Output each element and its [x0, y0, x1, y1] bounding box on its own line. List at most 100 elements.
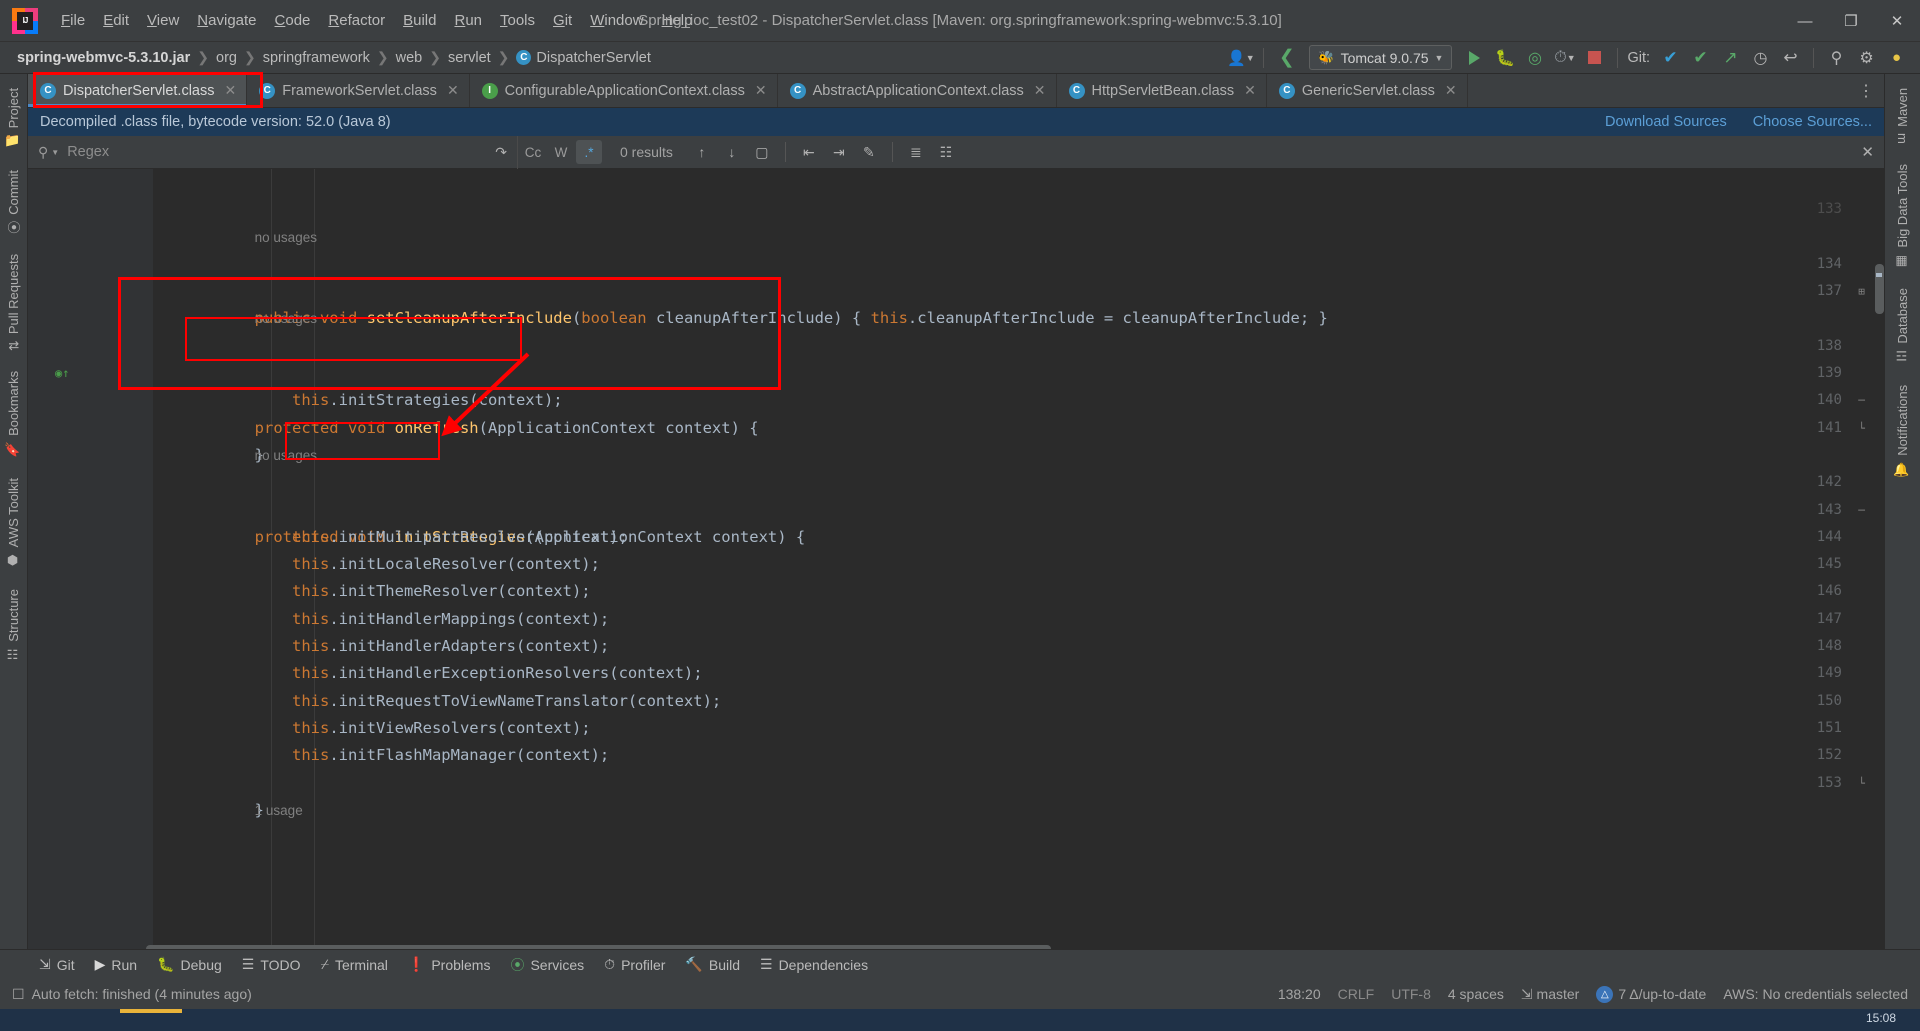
profiler-button[interactable]: ⏱ ▼: [1551, 45, 1578, 70]
sidebar-item-maven[interactable]: m Maven: [1895, 78, 1910, 154]
stop-button[interactable]: [1581, 45, 1608, 70]
error-stripe-mark[interactable]: [1876, 273, 1882, 277]
line-separator[interactable]: CRLF: [1338, 986, 1375, 1002]
git-status-widget[interactable]: △ 7 Δ/up-to-date: [1596, 985, 1706, 1003]
tab-frameworkservlet[interactable]: C FrameworkServlet.class ✕: [247, 74, 470, 107]
usage-hint[interactable]: 1 usage: [228, 803, 303, 818]
code-content[interactable]: 133 no usages 134 ⊞ public void setClean…: [55, 169, 1884, 956]
breadcrumb-item-dispatcherservlet[interactable]: C DispatcherServlet: [513, 48, 653, 68]
debug-button[interactable]: 🐛: [1491, 45, 1518, 70]
find-next-icon[interactable]: ↓: [719, 140, 745, 164]
search-everywhere-icon[interactable]: ⚲: [1823, 45, 1850, 70]
regex-toggle[interactable]: .*: [576, 140, 602, 164]
choose-sources-link[interactable]: Choose Sources...: [1753, 114, 1872, 130]
menu-view[interactable]: View: [138, 8, 188, 33]
user-icon[interactable]: 👤 ▼: [1227, 45, 1255, 70]
menu-help[interactable]: Help: [653, 8, 702, 33]
chevron-down-icon[interactable]: ▼: [51, 148, 59, 157]
run-with-coverage-button[interactable]: ◎: [1521, 45, 1548, 70]
bottom-tool-debug[interactable]: 🐛 Debug: [148, 953, 231, 976]
bottom-tool-problems[interactable]: ❗ Problems: [399, 953, 500, 976]
match-case-toggle[interactable]: Cc: [520, 140, 546, 164]
bottom-tool-profiler[interactable]: ⏱ Profiler: [595, 953, 674, 976]
menu-edit[interactable]: Edit: [94, 8, 138, 33]
edit-filter-icon[interactable]: ✎: [856, 140, 882, 164]
bottom-tool-build[interactable]: 🔨 Build: [676, 953, 749, 976]
sidebar-item-big-data-tools[interactable]: ▦ Big Data Tools: [1895, 154, 1910, 279]
code-editor[interactable]: 133 no usages 134 ⊞ public void setClean…: [28, 169, 1884, 956]
bottom-tool-dependencies[interactable]: ☰ Dependencies: [751, 953, 877, 976]
close-icon[interactable]: ✕: [755, 82, 767, 99]
words-toggle[interactable]: W: [548, 140, 574, 164]
tab-overflow-menu-icon[interactable]: ⋮: [1848, 74, 1884, 107]
back-arrow-icon[interactable]: ❮: [1273, 45, 1300, 70]
close-find-bar-icon[interactable]: ✕: [1861, 143, 1874, 161]
run-button[interactable]: [1461, 45, 1488, 70]
menu-tools[interactable]: Tools: [491, 8, 544, 33]
add-line-icon[interactable]: ⇤: [796, 140, 822, 164]
tab-httpservletbean[interactable]: C HttpServletBean.class ✕: [1057, 74, 1267, 107]
toggle-preview-icon[interactable]: ≣: [903, 140, 929, 164]
bottom-tool-run[interactable]: ▶ Run: [86, 953, 146, 976]
menu-git[interactable]: Git: [544, 8, 581, 33]
tab-abstractapplicationcontext[interactable]: C AbstractApplicationContext.class ✕: [778, 74, 1057, 107]
bottom-tool-services[interactable]: ⦿ Services: [501, 952, 593, 978]
taskbar-active-item[interactable]: [120, 1009, 182, 1013]
tab-genericservlet[interactable]: C GenericServlet.class ✕: [1267, 74, 1468, 107]
history-icon[interactable]: ◷: [1747, 45, 1774, 70]
close-icon[interactable]: ✕: [225, 82, 237, 99]
sidebar-item-pull-requests[interactable]: ⇅ Pull Requests: [6, 244, 21, 361]
close-icon[interactable]: ✕: [447, 82, 459, 99]
editor-gutter[interactable]: [28, 169, 153, 956]
tab-configurableapplicationcontext[interactable]: I ConfigurableApplicationContext.class ✕: [470, 74, 778, 107]
minimize-button[interactable]: —: [1782, 0, 1828, 42]
git-branch-widget[interactable]: ⇲ master: [1521, 986, 1579, 1003]
search-history-icon[interactable]: ↷: [495, 144, 517, 161]
maximize-button[interactable]: ❐: [1828, 0, 1874, 42]
sidebar-item-aws-toolkit[interactable]: ⬢ AWS Toolkit: [6, 468, 21, 578]
editor-vertical-scrollbar[interactable]: [1875, 264, 1884, 314]
sidebar-item-commit[interactable]: ⦿ Commit: [4, 160, 23, 244]
rollback-icon[interactable]: ↩: [1777, 45, 1804, 70]
status-expand-icon[interactable]: ☐: [12, 986, 25, 1003]
close-icon[interactable]: ✕: [1445, 82, 1457, 99]
filter-icon[interactable]: ☷: [933, 140, 959, 164]
menu-window[interactable]: Window: [581, 8, 652, 33]
download-sources-link[interactable]: Download Sources: [1605, 114, 1727, 130]
menu-build[interactable]: Build: [394, 8, 445, 33]
sidebar-item-structure[interactable]: ☷ Structure: [6, 579, 21, 673]
close-icon[interactable]: ✕: [1034, 82, 1046, 99]
close-button[interactable]: ✕: [1874, 0, 1920, 42]
commit-icon[interactable]: ✔: [1687, 45, 1714, 70]
select-all-occurrences-icon[interactable]: ▢: [749, 140, 775, 164]
menu-file[interactable]: File: [52, 8, 94, 33]
breadcrumb-item-jar[interactable]: spring-webmvc-5.3.10.jar: [14, 48, 193, 68]
bottom-tool-terminal[interactable]: ⌿ Terminal: [312, 953, 397, 976]
breadcrumb-item-servlet[interactable]: servlet: [445, 48, 494, 68]
search-input[interactable]: [67, 144, 448, 160]
exclude-line-icon[interactable]: ⇥: [826, 140, 852, 164]
menu-run[interactable]: Run: [445, 8, 491, 33]
tab-dispatcherservlet[interactable]: C DispatcherServlet.class ✕: [28, 74, 248, 107]
file-encoding[interactable]: UTF-8: [1391, 986, 1431, 1002]
indent-setting[interactable]: 4 spaces: [1448, 986, 1504, 1002]
menu-navigate[interactable]: Navigate: [188, 8, 265, 33]
sidebar-item-bookmarks[interactable]: 🔖 Bookmarks: [6, 361, 21, 468]
push-icon[interactable]: ↗: [1717, 45, 1744, 70]
run-configuration-selector[interactable]: 🐝 Tomcat 9.0.75 ▼: [1309, 45, 1453, 70]
sidebar-item-notifications[interactable]: 🔔 Notifications: [1895, 375, 1910, 488]
find-previous-icon[interactable]: ↑: [689, 140, 715, 164]
settings-gear-icon[interactable]: ⚙: [1853, 45, 1880, 70]
caret-position[interactable]: 138:20: [1278, 986, 1321, 1002]
breadcrumb-item-org[interactable]: org: [213, 48, 240, 68]
breadcrumb-item-springframework[interactable]: springframework: [260, 48, 373, 68]
bottom-tool-todo[interactable]: ☰ TODO: [233, 953, 310, 976]
sidebar-item-database[interactable]: ☲ Database: [1895, 278, 1910, 375]
menu-refactor[interactable]: Refactor: [319, 8, 394, 33]
menu-code[interactable]: Code: [266, 8, 320, 33]
breadcrumb-item-web[interactable]: web: [393, 48, 426, 68]
bottom-tool-git[interactable]: ⇲ Git: [30, 953, 84, 976]
sidebar-item-project[interactable]: 📁 Project: [6, 78, 21, 160]
aws-credentials-widget[interactable]: AWS: No credentials selected: [1723, 986, 1908, 1002]
update-project-icon[interactable]: ✔: [1657, 45, 1684, 70]
